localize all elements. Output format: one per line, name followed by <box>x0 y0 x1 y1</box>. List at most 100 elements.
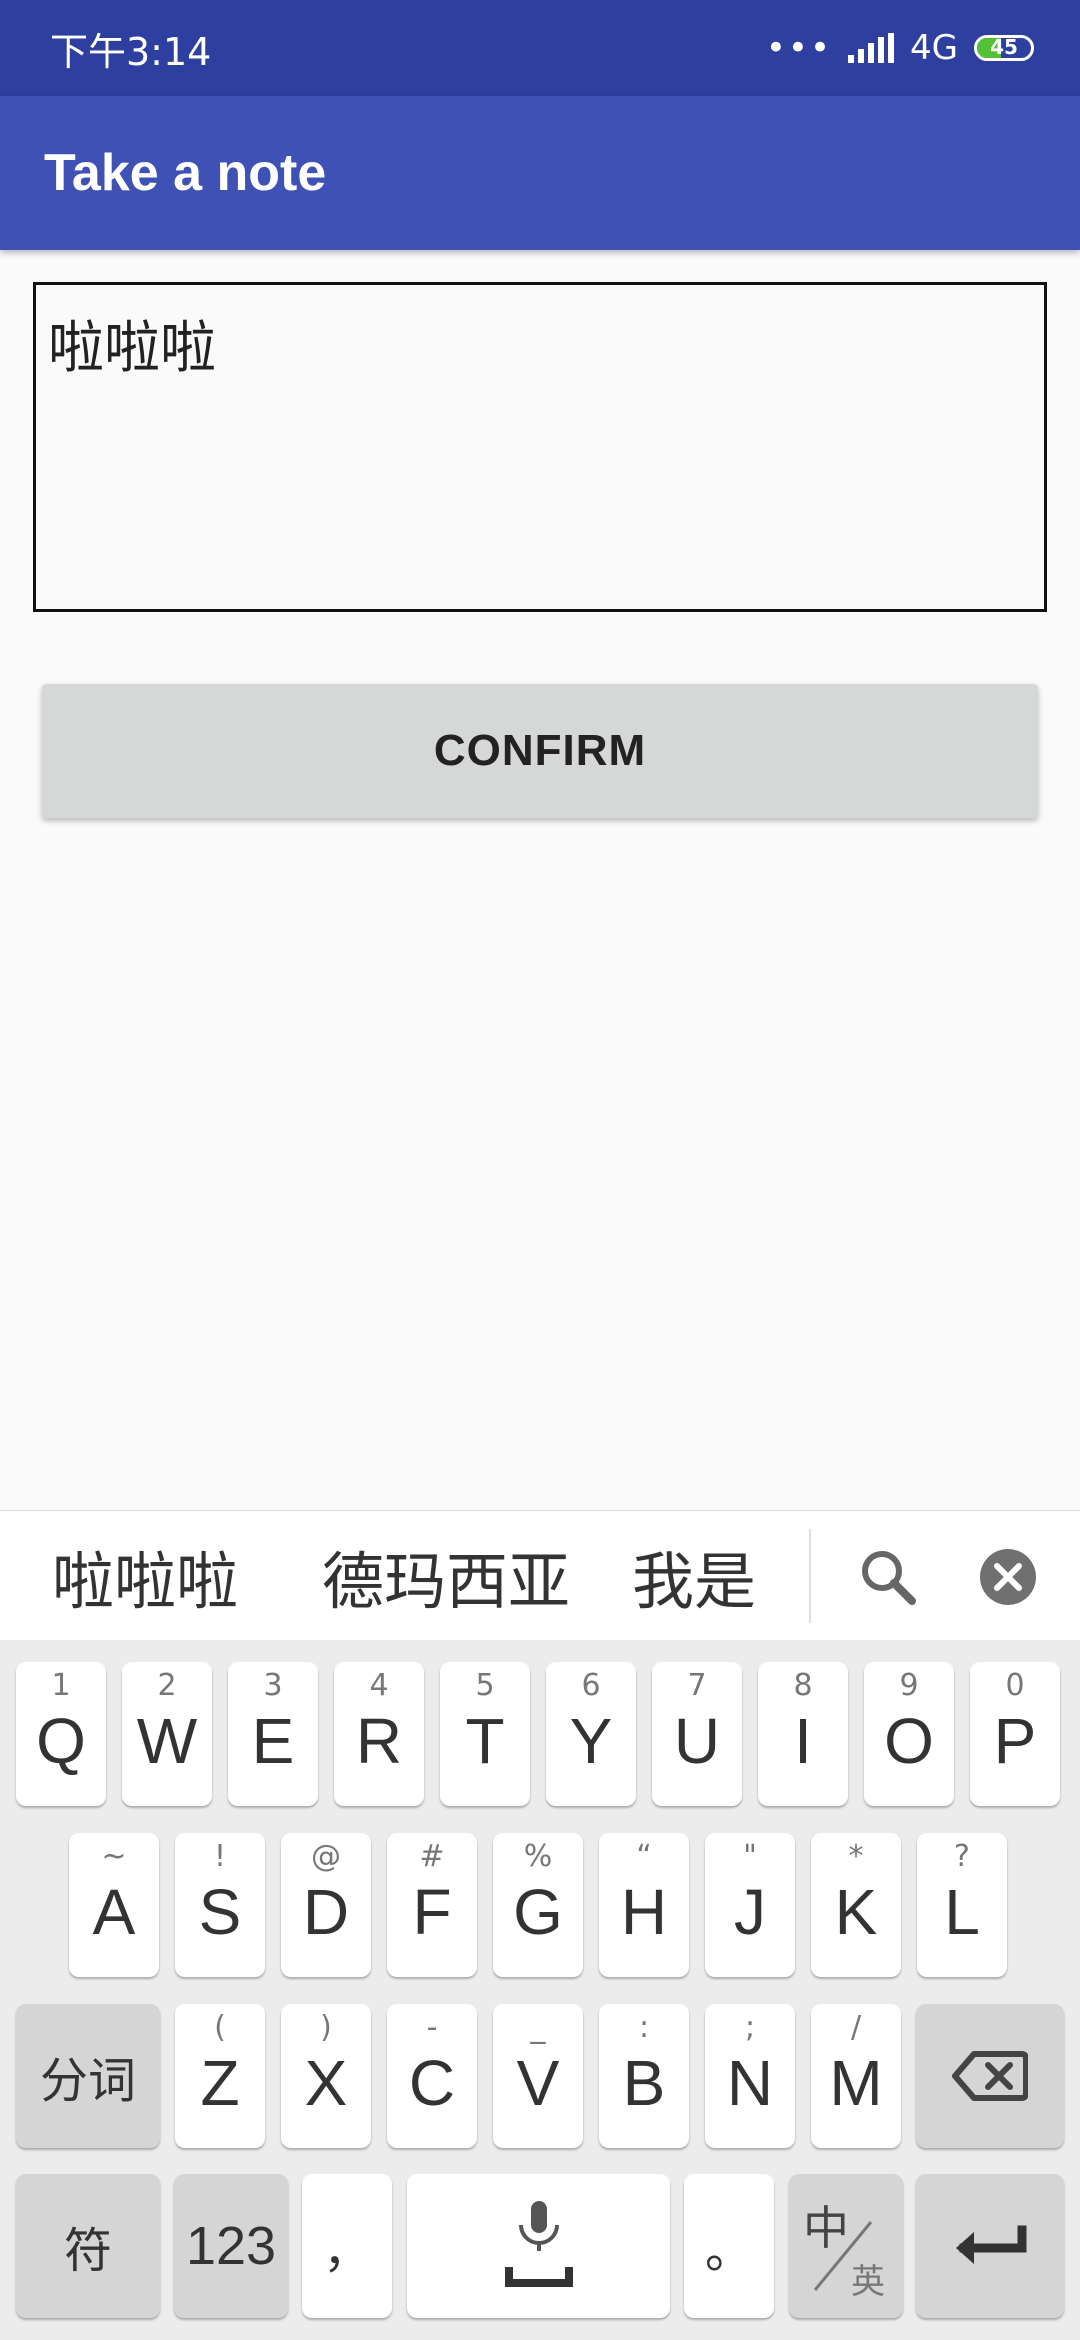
battery-icon: 45 <box>974 35 1034 61</box>
key-w[interactable]: 2W <box>122 1662 212 1806</box>
key-label: Q <box>36 1705 86 1777</box>
key-label: H <box>620 1876 668 1948</box>
key-h[interactable]: “H <box>599 1833 689 1977</box>
candidate-item[interactable]: 我是 <box>632 1531 756 1621</box>
number-label: 123 <box>185 2216 277 2276</box>
key-e[interactable]: 3E <box>228 1662 318 1806</box>
confirm-button[interactable]: CONFIRM <box>42 684 1038 818</box>
key-label: N <box>726 2047 774 2119</box>
key-f[interactable]: # F <box>387 1833 477 1977</box>
key-s[interactable]: ! S <box>175 1833 265 1977</box>
page-title: Take a note <box>44 144 327 202</box>
key-secondary-label: 0 <box>1005 1668 1025 1703</box>
key-label: I <box>794 1705 812 1777</box>
candidate-item[interactable]: 德玛西亚 <box>322 1531 570 1621</box>
backspace-key[interactable] <box>916 2004 1064 2148</box>
key-secondary-label: 8 <box>793 1668 813 1703</box>
key-j[interactable]: " J <box>705 1833 795 1977</box>
key-t[interactable]: 5T <box>440 1662 530 1806</box>
key-label: X <box>304 2047 348 2119</box>
key-label: E <box>251 1705 295 1777</box>
soft-keyboard: 分词 符 123 ， 。 中 英 1 Q 2 W 3 E 4 R 5 T 6 Y… <box>0 1640 1080 2340</box>
key-p[interactable]: 0P <box>970 1662 1060 1806</box>
key-i[interactable]: 8I <box>758 1662 848 1806</box>
key-secondary-label: " <box>743 1839 757 1874</box>
key-o[interactable]: 9O <box>864 1662 954 1806</box>
backspace-icon <box>952 2051 1028 2101</box>
key-n[interactable]: ; N <box>705 2004 795 2148</box>
split-word-key[interactable]: 分词 <box>16 2004 160 2148</box>
language-switch-key[interactable]: 中 英 <box>789 2174 903 2318</box>
key-label: F <box>412 1876 452 1948</box>
key-u[interactable]: 7U <box>652 1662 742 1806</box>
key-secondary-label: @ <box>311 1839 341 1874</box>
period-key[interactable]: 。 <box>684 2174 774 2318</box>
key-label: P <box>993 1705 1037 1777</box>
key-v[interactable]: _ V <box>493 2004 583 2148</box>
key-x[interactable]: ) X <box>281 2004 371 2148</box>
key-label: V <box>516 2047 560 2119</box>
key-secondary-label: 9 <box>899 1668 919 1703</box>
key-secondary-label: - <box>426 2010 438 2045</box>
key-secondary-label: _ <box>530 2010 546 2045</box>
key-secondary-label: 3 <box>263 1668 283 1703</box>
number-key[interactable]: 123 <box>174 2174 288 2318</box>
key-secondary-label: 2 <box>157 1668 177 1703</box>
key-label: K <box>834 1876 878 1948</box>
close-icon[interactable] <box>978 1547 1038 1607</box>
key-label: O <box>884 1705 934 1777</box>
lang-sub-label: 英 <box>851 2262 885 2302</box>
key-secondary-label: “ <box>636 1839 652 1874</box>
key-label: C <box>408 2047 456 2119</box>
key-g[interactable]: % G <box>493 1833 583 1977</box>
key-d[interactable]: @ D <box>281 1833 371 1977</box>
key-secondary-label: 4 <box>369 1668 389 1703</box>
key-label: G <box>513 1876 563 1948</box>
status-bar: 下午3:14 ••• 4G 45 <box>0 0 1080 96</box>
status-icons: ••• 4G 45 <box>766 28 1034 68</box>
app-bar: Take a note <box>0 96 1080 250</box>
key-label: T <box>465 1705 505 1777</box>
key-label: Y <box>569 1705 613 1777</box>
comma-key[interactable]: ， <box>302 2174 392 2318</box>
key-m[interactable]: / M <box>811 2004 901 2148</box>
key-label: A <box>92 1876 136 1948</box>
key-q[interactable]: 1Q <box>16 1662 106 1806</box>
key-r[interactable]: 4R <box>334 1662 424 1806</box>
key-secondary-label: ! <box>213 1839 227 1874</box>
period-label: 。 <box>704 2223 753 2279</box>
key-secondary-label: 7 <box>687 1668 707 1703</box>
search-icon[interactable] <box>856 1545 920 1609</box>
key-a[interactable]: ~ A <box>69 1833 159 1977</box>
symbol-label: 符 <box>63 2223 112 2279</box>
key-secondary-label: * <box>848 1839 864 1874</box>
key-secondary-label: ~ <box>101 1839 127 1874</box>
key-k[interactable]: * K <box>811 1833 901 1977</box>
key-c[interactable]: -C <box>387 2004 477 2148</box>
key-b[interactable]: :B <box>599 2004 689 2148</box>
key-secondary-label: ) <box>320 2010 332 2045</box>
candidate-item[interactable]: 啦啦啦 <box>52 1531 238 1621</box>
key-secondary-label: # <box>419 1839 445 1874</box>
key-label: D <box>302 1876 350 1948</box>
key-label: B <box>622 2047 666 2119</box>
key-label: M <box>829 2047 883 2119</box>
split-word-label: 分词 <box>39 2053 136 2109</box>
key-secondary-label: 5 <box>475 1668 495 1703</box>
enter-key[interactable] <box>916 2174 1064 2318</box>
key-secondary-label: : <box>638 2010 650 2045</box>
key-secondary-label: ( <box>214 2010 226 2045</box>
ime-candidate-bar: 啦啦啦 德玛西亚 我是 <box>0 1510 1080 1641</box>
key-z[interactable]: (Z <box>175 2004 265 2148</box>
key-label: Z <box>200 2047 240 2119</box>
key-secondary-label: / <box>850 2010 862 2045</box>
key-label: W <box>136 1705 198 1777</box>
key-l[interactable]: ? L <box>917 1833 1007 1977</box>
space-key[interactable] <box>407 2174 670 2318</box>
symbol-key[interactable]: 符 <box>16 2174 160 2318</box>
notification-dots-icon: ••• <box>765 28 833 68</box>
key-y[interactable]: 6Y <box>546 1662 636 1806</box>
key-secondary-label: 6 <box>581 1668 601 1703</box>
battery-level: 45 <box>990 35 1018 59</box>
note-input[interactable] <box>33 282 1047 612</box>
